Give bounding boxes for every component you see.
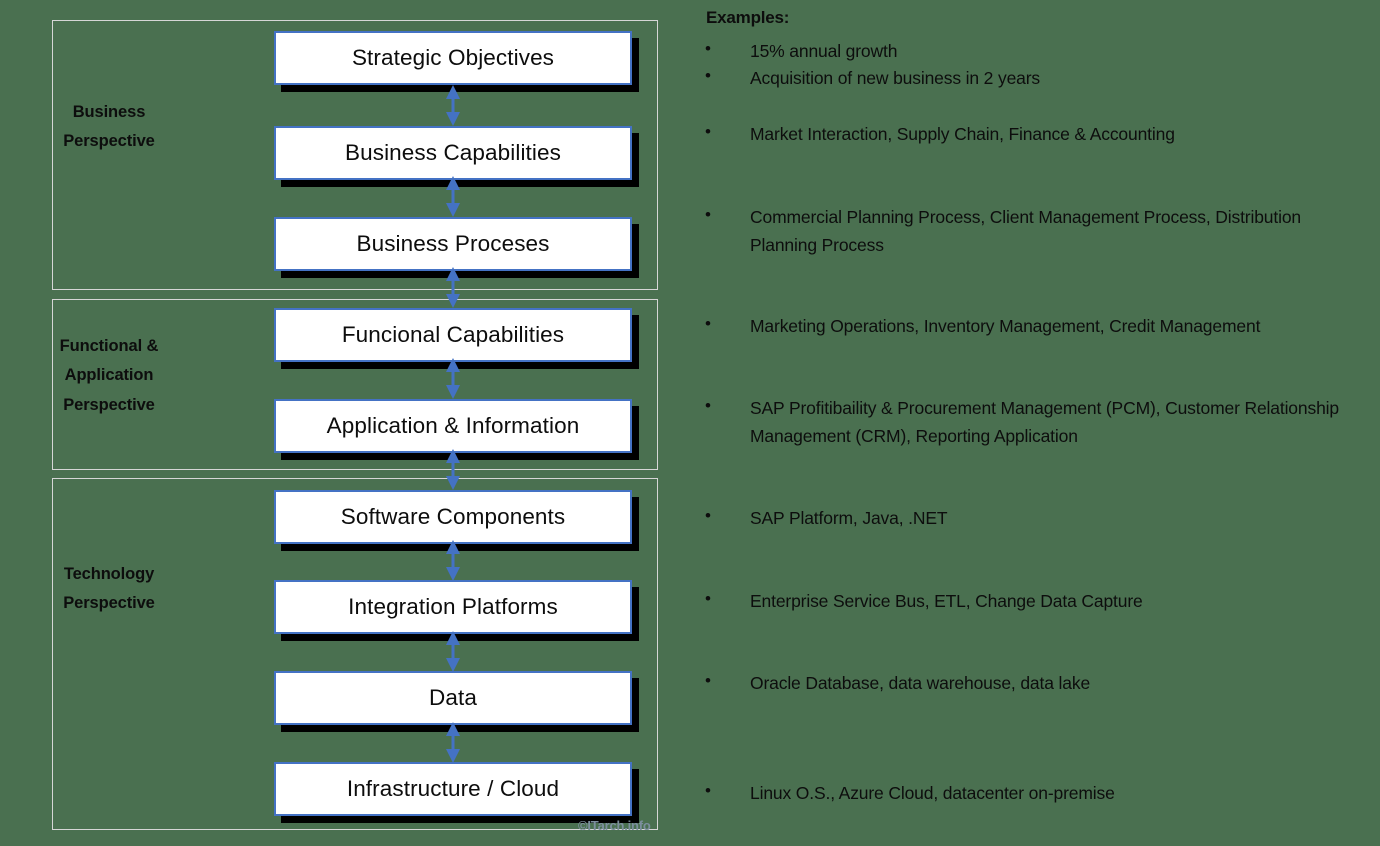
- perspective-label-business: Business Perspective: [63, 103, 155, 151]
- example-bullet-text: 15% annual growth: [750, 41, 898, 61]
- bullet-icon: •: [705, 589, 711, 608]
- bullet-icon: •: [705, 506, 711, 525]
- layer-box-application-information[interactable]: Application & Information: [274, 399, 632, 453]
- double-arrow-icon-1: [443, 85, 463, 126]
- double-arrow-icon-7: [443, 631, 463, 672]
- example-bullet-text: Market Interaction, Supply Chain, Financ…: [750, 124, 1175, 144]
- example-bullet-text: Oracle Database, data warehouse, data la…: [750, 673, 1091, 693]
- bullet-icon: •: [705, 122, 711, 141]
- example-bullet-6: • SAP Profitibaility & Procurement Manag…: [700, 394, 1372, 451]
- layer-box-business-processes[interactable]: Business Proceses: [274, 217, 632, 271]
- double-arrow-icon-6: [443, 540, 463, 581]
- example-bullet-9: • Oracle Database, data warehouse, data …: [700, 669, 1372, 697]
- bullet-icon: •: [705, 314, 711, 333]
- example-bullet-2: • Acquisition of new business in 2 years: [700, 64, 1372, 92]
- example-bullet-text: Marketing Operations, Inventory Manageme…: [750, 316, 1261, 336]
- example-bullet-7: • SAP Platform, Java, .NET: [700, 504, 1372, 532]
- bullet-icon: •: [705, 39, 711, 58]
- layer-box-software-components[interactable]: Software Components: [274, 490, 632, 544]
- layer-box-business-capabilities[interactable]: Business Capabilities: [274, 126, 632, 180]
- example-bullet-text: SAP Profitibaility & Procurement Managem…: [750, 398, 1339, 447]
- example-bullet-10: • Linux O.S., Azure Cloud, datacenter on…: [700, 779, 1372, 807]
- bullet-icon: •: [705, 66, 711, 85]
- perspective-label-functional: Functional & Application Perspective: [59, 337, 159, 414]
- layer-box-strategic-objectives[interactable]: Strategic Objectives: [274, 31, 632, 85]
- diagram-canvas: Business Perspective Functional & Applicat…: [0, 0, 1380, 846]
- example-bullet-text: Enterprise Service Bus, ETL, Change Data…: [750, 591, 1143, 611]
- watermark: ©ITarch.info: [578, 818, 651, 833]
- layer-box-functional-capabilities[interactable]: Funcional Capabilities: [274, 308, 632, 362]
- example-bullet-text: Acquisition of new business in 2 years: [750, 68, 1041, 88]
- example-bullet-8: • Enterprise Service Bus, ETL, Change Da…: [700, 587, 1372, 615]
- perspective-label-technology: Technology Perspective: [63, 565, 155, 613]
- layer-box-integration-platforms[interactable]: Integration Platforms: [274, 580, 632, 634]
- example-bullet-5: • Marketing Operations, Inventory Manage…: [700, 312, 1372, 340]
- bullet-icon: •: [705, 205, 711, 224]
- examples-column: Examples: • 15% annual growth • Acquisit…: [700, 0, 1372, 846]
- example-bullet-text: Commercial Planning Process, Client Mana…: [750, 207, 1302, 256]
- double-arrow-icon-4: [443, 358, 463, 399]
- double-arrow-icon-3: [443, 267, 463, 308]
- example-bullet-4: • Commercial Planning Process, Client Ma…: [700, 203, 1372, 260]
- layer-box-infrastructure-cloud[interactable]: Infrastructure / Cloud: [274, 762, 632, 816]
- example-bullet-3: • Market Interaction, Supply Chain, Fina…: [700, 120, 1372, 148]
- bullet-icon: •: [705, 671, 711, 690]
- bullet-icon: •: [705, 396, 711, 415]
- double-arrow-icon-2: [443, 176, 463, 217]
- example-bullet-1: • 15% annual growth: [700, 37, 1372, 65]
- layer-box-data[interactable]: Data: [274, 671, 632, 725]
- example-bullet-text: SAP Platform, Java, .NET: [750, 508, 948, 528]
- examples-title: Examples:: [706, 8, 790, 27]
- bullet-icon: •: [705, 781, 711, 800]
- example-bullet-text: Linux O.S., Azure Cloud, datacenter on-p…: [750, 783, 1115, 803]
- double-arrow-icon-5: [443, 449, 463, 490]
- double-arrow-icon-8: [443, 722, 463, 763]
